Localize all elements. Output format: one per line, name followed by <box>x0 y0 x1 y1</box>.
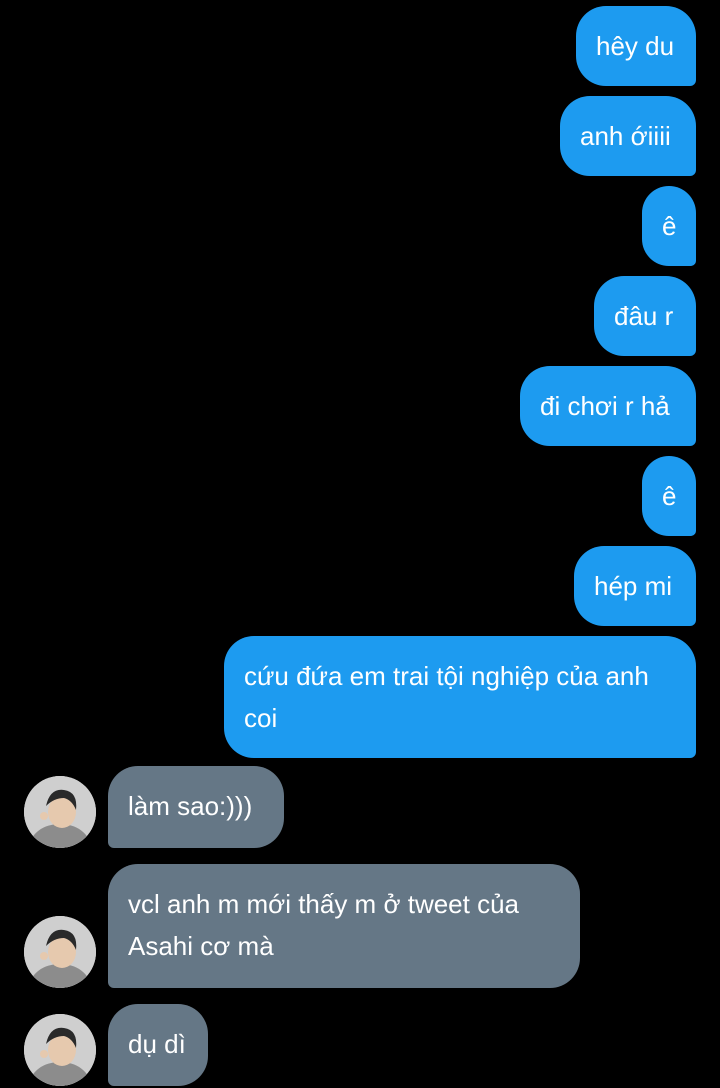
outgoing-message-bubble[interactable]: ê <box>642 186 696 266</box>
outgoing-message-bubble[interactable]: đi chơi r hả <box>520 366 696 446</box>
outgoing-message-bubble[interactable]: anh ớiiii <box>560 96 696 176</box>
outgoing-message-bubble[interactable]: hép mi <box>574 546 696 626</box>
person-avatar-icon <box>24 1014 96 1086</box>
incoming-message-bubble[interactable]: dụ dì <box>108 1004 208 1086</box>
incoming-message-bubble[interactable]: làm sao:))) <box>108 766 284 848</box>
contact-avatar[interactable] <box>24 916 96 988</box>
person-avatar-icon <box>24 916 96 988</box>
contact-avatar[interactable] <box>24 776 96 848</box>
contact-avatar[interactable] <box>24 1014 96 1086</box>
outgoing-message-bubble[interactable]: ê <box>642 456 696 536</box>
outgoing-message-bubble[interactable]: hêy du <box>576 6 696 86</box>
person-avatar-icon <box>24 776 96 848</box>
outgoing-message-bubble[interactable]: đâu r <box>594 276 696 356</box>
conversation-thread: hêy du anh ớiiii ê đâu r đi chơi r hả ê … <box>0 0 720 1088</box>
incoming-message-bubble[interactable]: vcl anh m mới thấy m ở tweet của Asahi c… <box>108 864 580 988</box>
outgoing-message-bubble[interactable]: cứu đứa em trai tội nghiệp của anh coi <box>224 636 696 758</box>
